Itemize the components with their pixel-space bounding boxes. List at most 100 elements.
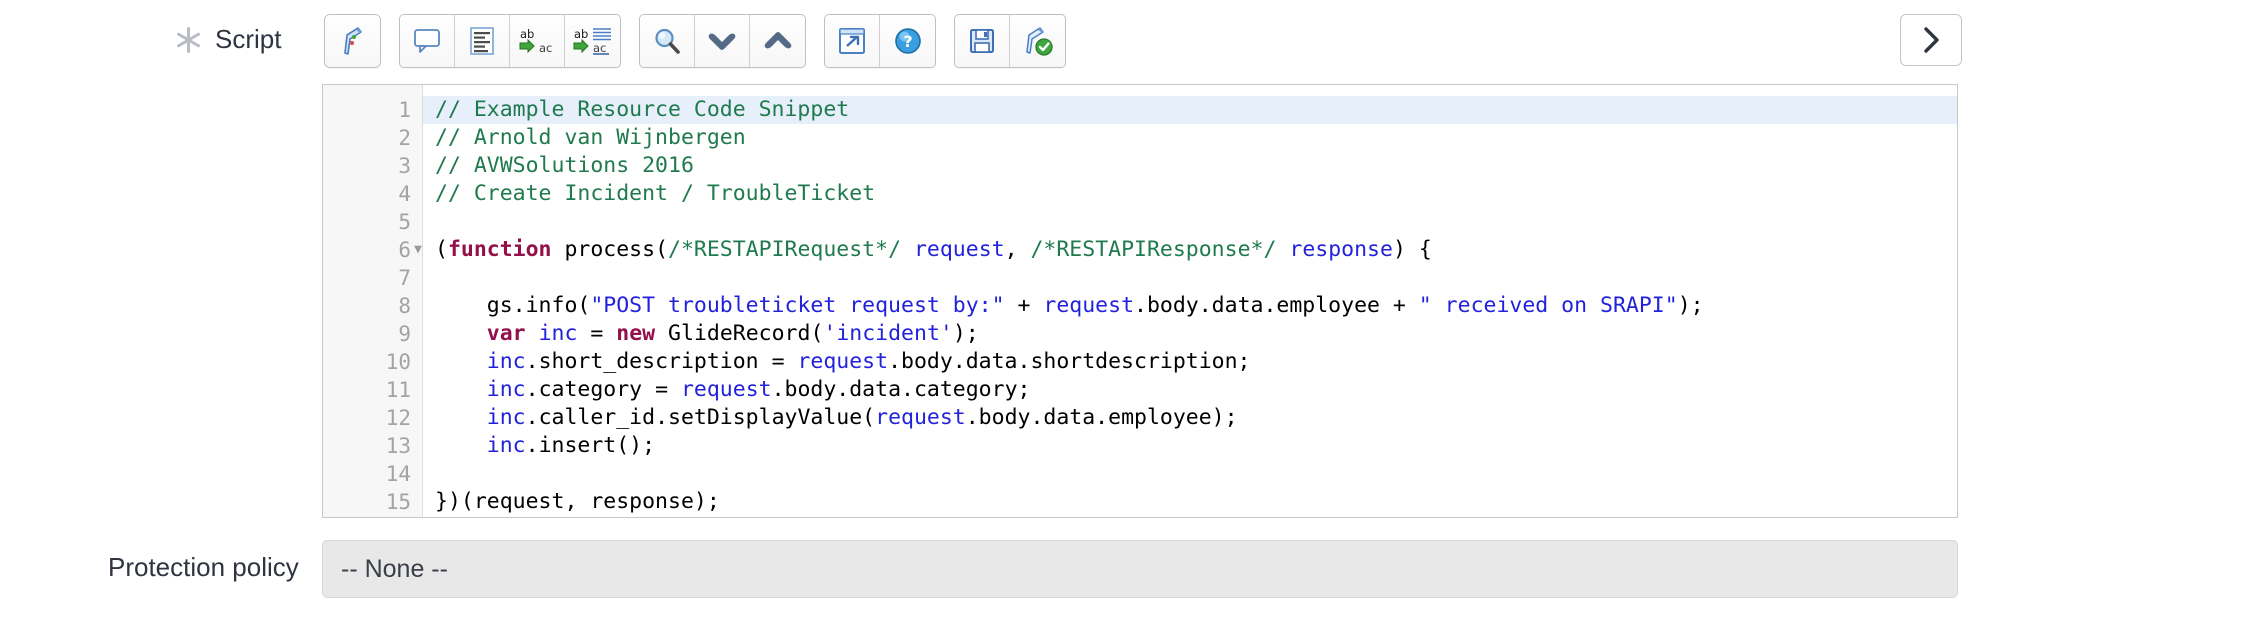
code-token-pln: process( — [551, 237, 669, 262]
code-line[interactable]: // Example Resource Code Snippet — [423, 96, 1957, 124]
toolbar-group-edit: ab ac ab ac — [399, 14, 621, 68]
script-code-editor[interactable]: 1 2 3 4 5 6 ▼ 7 8 9 10 11 12 13 14 15 // Example Resour… — [322, 84, 1958, 518]
code-line[interactable]: })(request, response); — [423, 488, 1957, 516]
code-content[interactable]: // Example Resource Code Snippet // Arnol… — [423, 85, 1957, 517]
code-token-pln: .body.data.employee); — [965, 405, 1238, 430]
code-token-pln — [435, 321, 487, 346]
code-token-pln: .short_description = — [525, 349, 798, 374]
svg-text:ac: ac — [593, 41, 606, 55]
line-number-gutter: 1 2 3 4 5 6 ▼ 7 8 9 10 11 12 13 14 15 — [323, 85, 423, 517]
code-token-pln: ( — [435, 237, 448, 262]
line-number: 13 — [385, 434, 411, 458]
code-token-var: inc — [486, 405, 526, 430]
code-line[interactable]: // AVWSolutions 2016 — [423, 152, 1957, 180]
toolbar-group-window: ? — [824, 14, 936, 68]
code-token-str: 'incident' — [823, 321, 953, 346]
code-token-var: request — [913, 237, 1005, 262]
line-number: 8 — [398, 294, 411, 318]
protection-policy-value: -- None -- — [341, 554, 448, 583]
line-number: 10 — [385, 350, 411, 374]
line-number: 11 — [385, 378, 411, 402]
code-token-var: inc — [486, 349, 526, 374]
toolbar-group-find — [639, 14, 806, 68]
code-token-pln: .category = — [525, 377, 681, 402]
code-token-pln: .insert(); — [525, 433, 656, 458]
comment-icon[interactable] — [400, 15, 455, 67]
toolbar-group-save — [954, 14, 1066, 68]
code-line[interactable]: // Arnold van Wijnbergen — [423, 124, 1957, 152]
syntax-check-icon[interactable] — [1010, 15, 1065, 67]
code-token-pln — [435, 433, 487, 458]
code-token-var: request — [1043, 293, 1135, 318]
code-token-com: // Arnold van Wijnbergen — [435, 125, 746, 150]
code-line[interactable] — [423, 460, 1957, 488]
line-number: 5 — [398, 210, 411, 234]
svg-text:ab: ab — [520, 27, 534, 41]
script-row: Script ab ac ab ac ? — [0, 0, 2256, 86]
code-token-pln — [435, 377, 487, 402]
help-icon[interactable]: ? — [880, 15, 935, 67]
code-token-com: /*RESTAPIResponse*/ — [1030, 237, 1277, 262]
chevron-up-icon[interactable] — [750, 15, 805, 67]
editor-toolbar: ab ac ab ac ? — [324, 14, 1066, 68]
code-token-pln — [435, 405, 487, 430]
line-number: 6 ▼ — [323, 236, 422, 264]
code-token-kw: var — [486, 321, 526, 346]
protection-policy-row: Protection policy -- None -- — [0, 540, 2256, 602]
code-line[interactable]: (function process(/*RESTAPIRequest*/ req… — [423, 236, 1957, 264]
search-icon[interactable] — [640, 15, 695, 67]
code-token-com: // Example Resource Code Snippet — [435, 97, 850, 122]
open-in-new-window-icon[interactable] — [825, 15, 880, 67]
code-token-pln: , — [1004, 237, 1031, 262]
line-number: 1 — [398, 98, 411, 122]
code-token-var: inc — [486, 377, 526, 402]
code-token-var: inc — [486, 433, 526, 458]
protection-policy-label: Protection policy — [108, 552, 299, 582]
protection-policy-select[interactable]: -- None -- — [322, 540, 1958, 598]
code-token-pln — [526, 321, 539, 346]
chevron-down-icon[interactable] — [695, 15, 750, 67]
replace-all-icon[interactable]: ab ac — [565, 15, 620, 67]
code-token-kw: function — [447, 237, 552, 262]
svg-text:ac: ac — [539, 41, 552, 55]
next-button[interactable] — [1900, 14, 1962, 66]
code-token-pln: .caller_id.setDisplayValue( — [525, 405, 876, 430]
syntax-editor-toggle-icon[interactable] — [325, 15, 380, 67]
code-token-str: "POST troubleticket request by:" — [590, 293, 1005, 318]
code-token-pln: gs.info( — [435, 293, 591, 318]
code-token-pln — [901, 237, 914, 262]
code-line[interactable]: var inc = new GlideRecord('incident'); — [423, 320, 1957, 348]
code-token-pln: ); — [1677, 293, 1704, 318]
line-number: 12 — [385, 406, 411, 430]
code-line[interactable]: inc.caller_id.setDisplayValue(request.bo… — [423, 404, 1957, 432]
code-token-com: // AVWSolutions 2016 — [435, 153, 694, 178]
replace-icon[interactable]: ab ac — [510, 15, 565, 67]
code-line[interactable]: inc.short_description = request.body.dat… — [423, 348, 1957, 376]
line-number: 15 — [385, 490, 411, 514]
code-token-pln: ); — [952, 321, 979, 346]
asterisk-icon — [176, 26, 202, 53]
script-field-label: Script — [176, 24, 281, 55]
line-number: 2 — [398, 126, 411, 150]
code-line[interactable] — [423, 208, 1957, 236]
script-label-text: Script — [215, 24, 282, 54]
code-token-com: // Create Incident / TroubleTicket — [435, 181, 876, 206]
line-number: 3 — [398, 154, 411, 178]
code-token-str: " received on SRAPI" — [1418, 293, 1678, 318]
line-number: 4 — [398, 182, 411, 206]
code-line[interactable]: inc.category = request.body.data.categor… — [423, 376, 1957, 404]
code-line[interactable] — [423, 264, 1957, 292]
code-token-var: request — [797, 349, 889, 374]
code-line[interactable]: gs.info("POST troubleticket request by:"… — [423, 292, 1957, 320]
code-line[interactable]: inc.insert(); — [423, 432, 1957, 460]
code-token-var: request — [875, 405, 966, 430]
code-token-pln: + — [1004, 293, 1044, 318]
save-icon[interactable] — [955, 15, 1010, 67]
toolbar-group-editor-toggle — [324, 14, 381, 68]
code-line[interactable]: // Create Incident / TroubleTicket — [423, 180, 1957, 208]
code-token-pln — [435, 349, 487, 374]
format-code-icon[interactable] — [455, 15, 510, 67]
code-token-pln: })(request, response); — [435, 489, 720, 514]
code-token-var: request — [680, 377, 772, 402]
code-token-com: /*RESTAPIRequest*/ — [668, 237, 902, 262]
